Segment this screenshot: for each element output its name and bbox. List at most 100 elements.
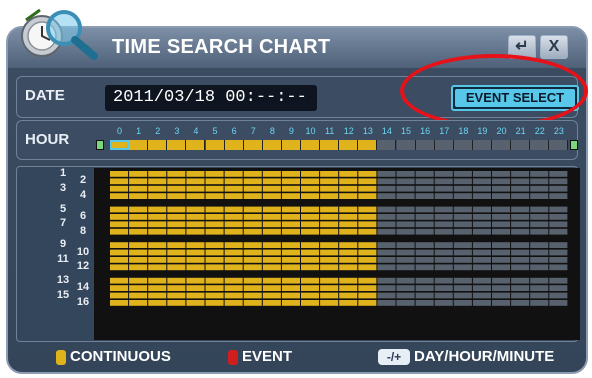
channel-hour-cell[interactable]: [224, 292, 243, 299]
channel-hour-cell[interactable]: [281, 171, 300, 177]
channel-hour-cell[interactable]: [186, 264, 205, 271]
channel-hour-cell[interactable]: [472, 206, 491, 213]
channel-hour-cell[interactable]: [472, 285, 491, 291]
hour-cell[interactable]: [377, 140, 397, 150]
hour-cell[interactable]: [243, 140, 263, 150]
channel-hour-cell[interactable]: [167, 214, 186, 220]
channel-hour-cell[interactable]: [377, 171, 396, 177]
channel-hour-cell[interactable]: [110, 257, 129, 263]
channel-hour-cell[interactable]: [167, 206, 186, 213]
channel-hour-cell[interactable]: [186, 292, 205, 299]
zoom-button[interactable]: -/+: [378, 349, 410, 365]
channel-hour-cell[interactable]: [262, 178, 281, 185]
channel-hour-cell[interactable]: [358, 206, 377, 213]
channel-hour-cell[interactable]: [243, 300, 262, 306]
channel-hour-cell[interactable]: [549, 185, 568, 192]
channel-hour-cell[interactable]: [415, 292, 434, 299]
channel-hour-cell[interactable]: [339, 206, 358, 213]
channel-hour-cell[interactable]: [205, 249, 224, 256]
channel-hour-cell[interactable]: [301, 277, 320, 284]
channel-hour-cell[interactable]: [224, 206, 243, 213]
channel-hour-cell[interactable]: [281, 178, 300, 185]
hour-cell[interactable]: [434, 140, 454, 150]
hour-cell[interactable]: [186, 140, 206, 150]
channel-hour-cell[interactable]: [511, 277, 530, 284]
channel-hour-cell[interactable]: [148, 249, 167, 256]
channel-hour-cell[interactable]: [492, 185, 511, 192]
channel-hour-cell[interactable]: [320, 300, 339, 306]
channel-hour-cell[interactable]: [186, 214, 205, 220]
channel-hour-cell[interactable]: [205, 277, 224, 284]
channel-hour-cell[interactable]: [377, 249, 396, 256]
channel-hour-cell[interactable]: [549, 178, 568, 185]
hour-cell[interactable]: [167, 140, 187, 150]
channel-hour-cell[interactable]: [281, 193, 300, 199]
channel-hour-cell[interactable]: [472, 221, 491, 228]
date-field[interactable]: 2011/03/18 00:--:--: [105, 85, 317, 111]
channel-hour-cell[interactable]: [224, 277, 243, 284]
channel-hour-cell[interactable]: [129, 178, 148, 185]
channel-hour-cell[interactable]: [186, 242, 205, 248]
channel-hour-cell[interactable]: [492, 285, 511, 291]
channel-hour-cell[interactable]: [492, 300, 511, 306]
channel-hour-cell[interactable]: [110, 193, 129, 199]
channel-hour-cell[interactable]: [205, 178, 224, 185]
channel-hour-cell[interactable]: [339, 292, 358, 299]
channel-hour-cell[interactable]: [281, 264, 300, 271]
channel-hour-cell[interactable]: [492, 264, 511, 271]
channel-hour-cell[interactable]: [205, 221, 224, 228]
channel-hour-cell[interactable]: [453, 300, 472, 306]
channel-hour-cell[interactable]: [358, 228, 377, 235]
channel-hour-cell[interactable]: [148, 171, 167, 177]
channel-hour-cell[interactable]: [320, 228, 339, 235]
channel-hour-cell[interactable]: [472, 277, 491, 284]
channel-hour-cell[interactable]: [148, 300, 167, 306]
channel-hour-cell[interactable]: [129, 228, 148, 235]
channel-hour-cell[interactable]: [472, 249, 491, 256]
channel-hour-cell[interactable]: [224, 185, 243, 192]
channel-hour-cell[interactable]: [320, 249, 339, 256]
channel-hour-cell[interactable]: [281, 228, 300, 235]
channel-hour-cell[interactable]: [186, 206, 205, 213]
hour-cell[interactable]: [492, 140, 512, 150]
channel-hour-cell[interactable]: [472, 292, 491, 299]
channel-hour-cell[interactable]: [358, 257, 377, 263]
channel-hour-cell[interactable]: [243, 277, 262, 284]
channel-hour-cell[interactable]: [377, 257, 396, 263]
channel-hour-cell[interactable]: [415, 264, 434, 271]
channel-hour-cell[interactable]: [549, 264, 568, 271]
channel-hour-cell[interactable]: [472, 228, 491, 235]
channel-hour-cell[interactable]: [186, 300, 205, 306]
channel-hour-cell[interactable]: [396, 249, 415, 256]
channel-hour-cell[interactable]: [396, 277, 415, 284]
channel-hour-cell[interactable]: [530, 257, 549, 263]
channel-hour-cell[interactable]: [530, 228, 549, 235]
channel-hour-cell[interactable]: [415, 228, 434, 235]
channel-hour-cell[interactable]: [339, 249, 358, 256]
channel-hour-cell[interactable]: [396, 242, 415, 248]
channel-hour-cell[interactable]: [549, 249, 568, 256]
channel-hour-cell[interactable]: [301, 264, 320, 271]
channel-hour-cell[interactable]: [148, 242, 167, 248]
hour-cell[interactable]: [320, 140, 340, 150]
channel-hour-cell[interactable]: [224, 221, 243, 228]
channel-hour-cell[interactable]: [320, 277, 339, 284]
channel-hour-cell[interactable]: [186, 257, 205, 263]
channel-hour-cell[interactable]: [167, 249, 186, 256]
channel-hour-cell[interactable]: [224, 285, 243, 291]
channel-hour-cell[interactable]: [396, 228, 415, 235]
channel-hour-cell[interactable]: [320, 193, 339, 199]
channel-hour-cell[interactable]: [492, 214, 511, 220]
channel-hour-cell[interactable]: [301, 285, 320, 291]
channel-hour-cell[interactable]: [511, 285, 530, 291]
channel-hour-cell[interactable]: [530, 242, 549, 248]
channel-hour-cell[interactable]: [511, 228, 530, 235]
channel-hour-cell[interactable]: [301, 292, 320, 299]
channel-hour-cell[interactable]: [396, 171, 415, 177]
channel-hour-cell[interactable]: [301, 178, 320, 185]
channel-hour-cell[interactable]: [281, 257, 300, 263]
channel-hour-cell[interactable]: [530, 178, 549, 185]
channel-hour-cell[interactable]: [396, 193, 415, 199]
channel-hour-cell[interactable]: [129, 214, 148, 220]
channel-hour-cell[interactable]: [224, 193, 243, 199]
